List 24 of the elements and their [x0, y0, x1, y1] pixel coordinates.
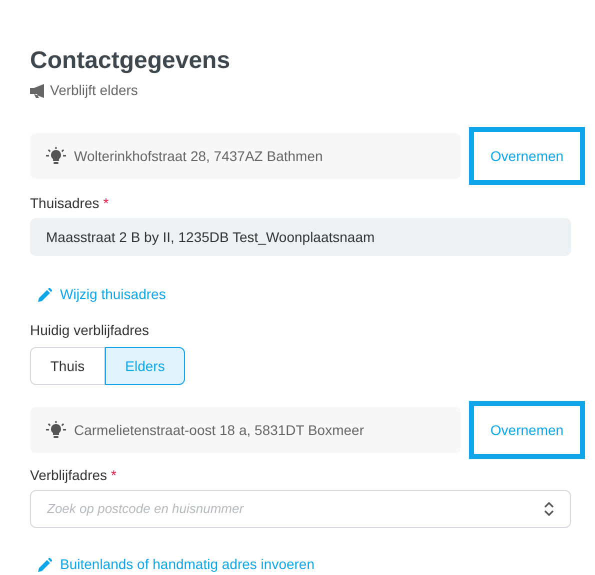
address-search-select[interactable]: Zoek op postcode en huisnummer	[30, 490, 571, 528]
chevron-up-down-icon	[544, 502, 554, 516]
pencil-icon	[38, 288, 52, 302]
adopt-button[interactable]: Overnemen	[469, 401, 585, 459]
adopt-button[interactable]: Overnemen	[469, 127, 585, 185]
page-title: Contactgegevens	[30, 46, 232, 76]
toggle-option[interactable]: Thuis	[30, 347, 105, 385]
field-label: Thuisadres	[30, 194, 100, 213]
field-label: Verblijfadres	[30, 466, 108, 485]
lightbulb-icon	[46, 421, 66, 439]
pencil-icon	[38, 558, 52, 572]
toggle-option[interactable]: Elders	[105, 347, 185, 385]
manual-address-link[interactable]: Buitenlands of handmatig adres invoeren	[30, 554, 315, 575]
suggested-address: Wolterinkhofstraat 28, 7437AZ Bathmen	[74, 146, 323, 166]
status-text: Verblijft elders	[50, 81, 138, 100]
required-mark: *	[111, 466, 116, 485]
lightbulb-icon	[46, 147, 66, 165]
home-address-field[interactable]: Maasstraat 2 B by II, 1235DB Test_Woonplaatsnaam	[30, 218, 571, 256]
suggested-address: Carmelietenstraat-oost 18 a, 5831DT Boxmeer	[74, 420, 364, 440]
search-input[interactable]: Zoek op postcode en huisnummer	[47, 499, 544, 519]
megaphone-icon	[30, 84, 46, 98]
edit-home-link[interactable]: Wijzig thuisadres	[30, 284, 166, 305]
required-mark: *	[103, 194, 109, 213]
field-label: Huidig verblijfadres	[30, 322, 150, 338]
